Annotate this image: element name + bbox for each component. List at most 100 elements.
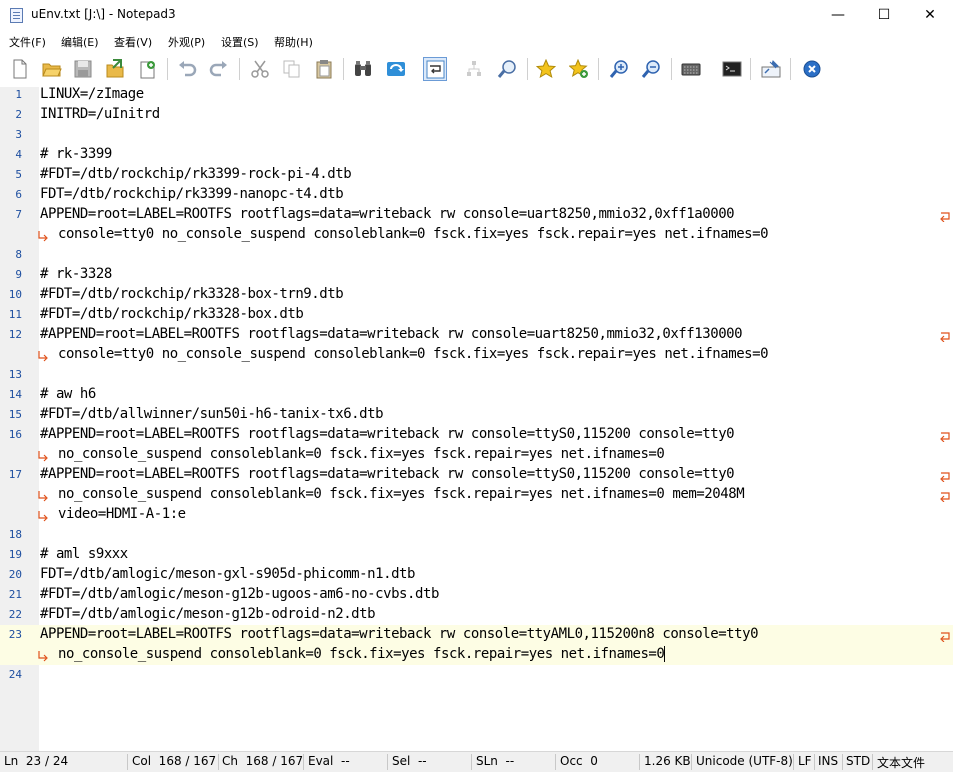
line-text[interactable]: #APPEND=root=LABEL=ROOTFS rootflags=data… — [40, 426, 735, 442]
line-text[interactable]: #APPEND=root=LABEL=ROOTFS rootflags=data… — [40, 326, 743, 342]
save-copy-icon[interactable] — [136, 57, 160, 81]
line-text[interactable]: #FDT=/dtb/rockchip/rk3328-box.dtb — [40, 306, 304, 322]
wrap-end-icon — [940, 332, 950, 342]
toolbar-separator — [790, 58, 791, 80]
window-title: uEnv.txt [J:\] - Notepad3 — [31, 7, 176, 21]
status-file-type[interactable]: 文本文件 — [877, 754, 925, 771]
menu-edit[interactable]: 编辑(E) — [61, 34, 99, 50]
editor-line-1: 1 LINUX=/zImage — [0, 85, 953, 105]
line-number: 1 — [15, 88, 22, 101]
status-separator — [639, 754, 640, 770]
line-text[interactable]: # aml s9xxx — [40, 546, 128, 562]
zoom-out-icon[interactable] — [639, 57, 663, 81]
find-icon[interactable] — [351, 57, 375, 81]
line-text[interactable]: console=tty0 no_console_suspend consoleb… — [58, 346, 769, 362]
line-text[interactable]: #FDT=/dtb/rockchip/rk3328-box-trn9.dtb — [40, 286, 344, 302]
status-insert-mode[interactable]: INS — [818, 754, 838, 768]
menu-bar: 文件(F) 编辑(E) 查看(V) 外观(P) 设置(S) 帮助(H) — [0, 31, 953, 52]
text-caret — [664, 646, 666, 662]
editor-line-continuation: console=tty0 no_console_suspend consoleb… — [0, 345, 953, 365]
zoom-find-icon[interactable] — [495, 57, 519, 81]
line-content: # aml s9xxx — [40, 546, 128, 562]
status-encoding[interactable]: Unicode (UTF-8) — [696, 754, 793, 768]
line-text[interactable]: # aw h6 — [40, 386, 96, 402]
menu-file[interactable]: 文件(F) — [9, 34, 46, 50]
menu-settings[interactable]: 设置(S) — [221, 34, 259, 50]
status-occurrences: Occ 0 — [560, 754, 598, 768]
undo-icon[interactable] — [175, 57, 199, 81]
pin-icon[interactable] — [759, 57, 783, 81]
new-file-icon[interactable] — [8, 57, 32, 81]
toolbar-separator — [343, 58, 344, 80]
line-text[interactable]: #FDT=/dtb/amlogic/meson-g12b-ugoos-am6-n… — [40, 586, 439, 602]
console-icon[interactable] — [720, 57, 744, 81]
status-separator — [303, 754, 304, 770]
editor-line-11: 11 #FDT=/dtb/rockchip/rk3328-box.dtb — [0, 305, 953, 325]
replace-icon[interactable] — [384, 57, 408, 81]
line-number: 14 — [8, 388, 22, 401]
wrap-end-icon — [940, 472, 950, 482]
line-text[interactable]: APPEND=root=LABEL=ROOTFS rootflags=data=… — [40, 206, 735, 222]
status-line-ending[interactable]: LF — [798, 754, 812, 768]
keyboard-icon[interactable] — [679, 57, 703, 81]
exit-icon[interactable] — [800, 57, 824, 81]
wrap-end-icon — [940, 212, 950, 222]
line-text[interactable]: video=HDMI-A-1:e — [58, 506, 186, 522]
line-text[interactable]: # rk-3399 — [40, 146, 112, 162]
line-text[interactable]: FDT=/dtb/amlogic/meson-gxl-s905d-phicomm… — [40, 566, 415, 582]
close-button[interactable]: ✕ — [907, 0, 953, 31]
redo-icon[interactable] — [207, 57, 231, 81]
line-content: console=tty0 no_console_suspend consoleb… — [58, 226, 769, 242]
line-text[interactable]: INITRD=/uInitrd — [40, 106, 160, 122]
word-wrap-icon[interactable] — [423, 57, 447, 81]
line-text[interactable]: LINUX=/zImage — [40, 86, 144, 102]
zoom-in-icon[interactable] — [607, 57, 631, 81]
line-number: 3 — [15, 128, 22, 141]
paste-icon[interactable] — [312, 57, 336, 81]
line-content: #APPEND=root=LABEL=ROOTFS rootflags=data… — [40, 466, 735, 482]
wrap-end-icon — [940, 632, 950, 642]
line-number: 2 — [15, 108, 22, 121]
save-icon[interactable] — [71, 57, 95, 81]
line-text[interactable]: FDT=/dtb/rockchip/rk3399-nanopc-t4.dtb — [40, 186, 344, 202]
line-text[interactable]: APPEND=root=LABEL=ROOTFS rootflags=data=… — [40, 626, 759, 642]
line-text[interactable]: no_console_suspend consoleblank=0 fsck.f… — [58, 446, 665, 462]
editor-line-19: 19 # aml s9xxx — [0, 545, 953, 565]
maximize-button[interactable]: ☐ — [861, 0, 907, 31]
line-number: 22 — [8, 608, 22, 621]
wrap-continue-icon — [38, 511, 48, 522]
line-text[interactable]: #FDT=/dtb/allwinner/sun50i-h6-tanix-tx6.… — [40, 406, 384, 422]
minimize-button[interactable]: — — [815, 0, 861, 31]
line-content: LINUX=/zImage — [40, 86, 144, 102]
line-text[interactable]: #FDT=/dtb/rockchip/rk3399-rock-pi-4.dtb — [40, 166, 352, 182]
editor-line-22: 22 #FDT=/dtb/amlogic/meson-g12b-odroid-n2… — [0, 605, 953, 625]
line-text[interactable]: # rk-3328 — [40, 266, 112, 282]
wrap-end-icon — [940, 432, 950, 442]
editor-line-continuation: no_console_suspend consoleblank=0 fsck.f… — [0, 645, 953, 665]
editor-line-8: 8 — [0, 245, 953, 265]
menu-view[interactable]: 查看(V) — [114, 34, 152, 50]
star-icon[interactable] — [534, 57, 558, 81]
cut-icon[interactable] — [248, 57, 272, 81]
wrap-continue-icon — [38, 491, 48, 502]
menu-appearance[interactable]: 外观(P) — [168, 34, 205, 50]
editor-line-3: 3 — [0, 125, 953, 145]
editor-line-4: 4 # rk-3399 — [0, 145, 953, 165]
star-add-icon[interactable] — [567, 57, 591, 81]
status-std[interactable]: STD — [846, 754, 870, 768]
line-text[interactable]: #APPEND=root=LABEL=ROOTFS rootflags=data… — [40, 466, 735, 482]
line-content: # rk-3328 — [40, 266, 112, 282]
status-separator — [872, 754, 873, 770]
menu-help[interactable]: 帮助(H) — [274, 34, 313, 50]
copy-icon[interactable] — [280, 57, 304, 81]
line-text[interactable]: #FDT=/dtb/amlogic/meson-g12b-odroid-n2.d… — [40, 606, 376, 622]
select-matches-icon[interactable] — [462, 57, 486, 81]
line-content: #FDT=/dtb/rockchip/rk3328-box.dtb — [40, 306, 304, 322]
line-content: no_console_suspend consoleblank=0 fsck.f… — [58, 646, 665, 662]
line-text[interactable]: no_console_suspend consoleblank=0 fsck.f… — [58, 486, 745, 502]
open-folder-icon[interactable] — [40, 57, 64, 81]
status-separator — [218, 754, 219, 770]
save-as-icon[interactable] — [103, 57, 127, 81]
line-text[interactable]: no_console_suspend consoleblank=0 fsck.f… — [58, 646, 666, 662]
line-text[interactable]: console=tty0 no_console_suspend consoleb… — [58, 226, 769, 242]
